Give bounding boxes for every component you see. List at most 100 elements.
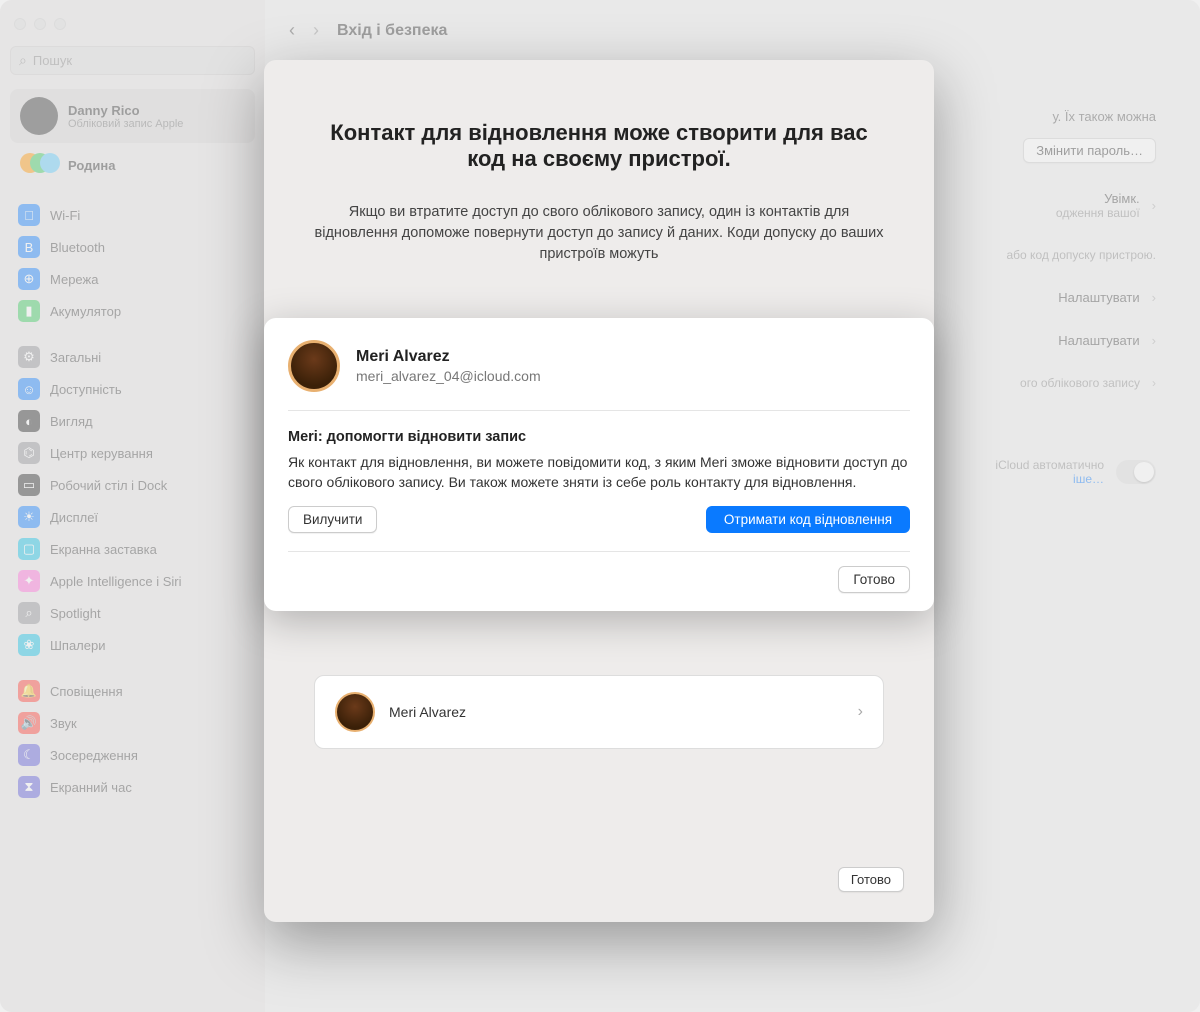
sidebar-item-зосередження[interactable]: ☾Зосередження bbox=[10, 739, 255, 771]
sidebar-item-label: Екранна заставка bbox=[50, 542, 157, 557]
zoom-icon[interactable] bbox=[54, 18, 66, 30]
акумулятор-icon: ▮ bbox=[18, 300, 40, 322]
sidebar-item-дисплеї[interactable]: ☀ Дисплеї bbox=[10, 501, 255, 533]
passcode-hint: або код допуску пристрою. bbox=[1007, 248, 1157, 262]
on-sub: одження вашої bbox=[1056, 206, 1140, 220]
sidebar-item-вигляд[interactable]: ◐ Вигляд bbox=[10, 405, 255, 437]
sidebar-item-label: Робочий стіл і Dock bbox=[50, 478, 167, 493]
more-link[interactable]: іше… bbox=[1073, 472, 1104, 486]
робочий-стіл-і-dock-icon: ▭ bbox=[18, 474, 40, 496]
contact-avatar-icon bbox=[335, 692, 375, 732]
bluetooth-icon: B bbox=[18, 236, 40, 258]
sidebar-item-шпалери[interactable]: ❀ Шпалери bbox=[10, 629, 255, 661]
sidebar-item-label: Центр керування bbox=[50, 446, 153, 461]
sidebar-item-акумулятор[interactable]: ▮ Акумулятор bbox=[10, 295, 255, 327]
sidebar-item-доступність[interactable]: ☺ Доступність bbox=[10, 373, 255, 405]
icloud-toggle[interactable] bbox=[1116, 460, 1156, 484]
sidebar-item-звук[interactable]: 🔊 Звук bbox=[10, 707, 255, 739]
remove-button[interactable]: Вилучити bbox=[288, 506, 377, 533]
wi-fi-icon: 􀙇 bbox=[18, 204, 40, 226]
sidebar-item-label: Мережа bbox=[50, 272, 98, 287]
forward-button: › bbox=[313, 20, 319, 41]
sidebar-item-label: Wi-Fi bbox=[50, 208, 80, 223]
sidebar-item-label: Акумулятор bbox=[50, 304, 121, 319]
шпалери-icon: ❀ bbox=[18, 634, 40, 656]
page-title: Вхід і безпека bbox=[337, 22, 447, 40]
close-icon[interactable] bbox=[14, 18, 26, 30]
дисплеї-icon: ☀ bbox=[18, 506, 40, 528]
sheet-description: Якщо ви втратите доступ до свого обліков… bbox=[314, 202, 884, 265]
modal-contact-email: meri_alvarez_04@icloud.com bbox=[356, 368, 541, 384]
modal-contact-name: Meri Alvarez bbox=[356, 348, 541, 366]
family-label: Родина bbox=[68, 158, 115, 173]
доступність-icon: ☺ bbox=[18, 378, 40, 400]
account-subtitle: Обліковий запис Apple bbox=[68, 118, 183, 130]
spotlight-icon: ⌕ bbox=[18, 602, 40, 624]
chevron-right-icon: › bbox=[1152, 198, 1156, 213]
contact-detail-modal: Meri Alvarez meri_alvarez_04@icloud.com … bbox=[264, 318, 934, 611]
sidebar-item-label: Доступність bbox=[50, 382, 122, 397]
екранна-заставка-icon: ▢ bbox=[18, 538, 40, 560]
sidebar-item-мережа[interactable]: ⊕ Мережа bbox=[10, 263, 255, 295]
sidebar-item-сповіщення[interactable]: 🔔 Сповіщення bbox=[10, 675, 255, 707]
search-input[interactable]: ⌕ Пошук bbox=[10, 46, 255, 75]
sidebar-item-spotlight[interactable]: ⌕Spotlight bbox=[10, 597, 255, 629]
sidebar-item-label: Звук bbox=[50, 716, 77, 731]
avatar bbox=[20, 97, 58, 135]
sidebar-item-account[interactable]: Danny Rico Обліковий запис Apple bbox=[10, 89, 255, 143]
sidebar-item-label: Шпалери bbox=[50, 638, 106, 653]
on-label: Увімк. bbox=[1056, 191, 1140, 206]
загальні-icon: ⚙ bbox=[18, 346, 40, 368]
sidebar: ⌕ Пошук Danny Rico Обліковий запис Apple… bbox=[0, 0, 265, 1012]
sidebar-item-apple-intelligence-і-siri[interactable]: ✦ Apple Intelligence і Siri bbox=[10, 565, 255, 597]
sidebar-item-екранна-заставка[interactable]: ▢ Екранна заставка bbox=[10, 533, 255, 565]
window-controls bbox=[10, 8, 255, 46]
sheet-done-button[interactable]: Готово bbox=[838, 867, 904, 892]
modal-body-text: Як контакт для відновлення, ви можете по… bbox=[288, 453, 910, 492]
сповіщення-icon: 🔔 bbox=[18, 680, 40, 702]
sidebar-item-bluetooth[interactable]: B Bluetooth bbox=[10, 231, 255, 263]
search-placeholder: Пошук bbox=[33, 53, 72, 68]
вигляд-icon: ◐ bbox=[18, 410, 40, 432]
sidebar-item-family[interactable]: Родина bbox=[10, 145, 255, 185]
sidebar-item-label: Дисплеї bbox=[50, 510, 98, 525]
chevron-right-icon: › bbox=[1152, 376, 1156, 390]
main-header: ‹ › Вхід і безпека bbox=[265, 0, 1200, 61]
modal-done-button[interactable]: Готово bbox=[838, 566, 910, 593]
sidebar-item-робочий-стіл-і-dock[interactable]: ▭ Робочий стіл і Dock bbox=[10, 469, 255, 501]
sidebar-item-wi-fi[interactable]: 􀙇 Wi-Fi bbox=[10, 199, 255, 231]
екранний-час-icon: ⧗ bbox=[18, 776, 40, 798]
family-avatar-icon bbox=[20, 153, 58, 177]
sidebar-item-label: Bluetooth bbox=[50, 240, 105, 255]
contact-avatar-icon bbox=[288, 340, 340, 392]
account-name: Danny Rico bbox=[68, 103, 183, 118]
sidebar-item-label: Сповіщення bbox=[50, 684, 123, 699]
sidebar-item-label: Загальні bbox=[50, 350, 101, 365]
sidebar-item-екранний-час[interactable]: ⧗ Екранний час bbox=[10, 771, 255, 803]
search-icon: ⌕ bbox=[19, 52, 27, 69]
chevron-right-icon: › bbox=[1152, 333, 1156, 348]
configure-label: Налаштувати bbox=[1058, 333, 1139, 348]
chevron-right-icon: › bbox=[858, 703, 863, 721]
sidebar-item-загальні[interactable]: ⚙ Загальні bbox=[10, 341, 255, 373]
центр-керування-icon: ⌬ bbox=[18, 442, 40, 464]
мережа-icon: ⊕ bbox=[18, 268, 40, 290]
sidebar-item-label: Вигляд bbox=[50, 414, 93, 429]
sheet-title: Контакт для відновлення може створити дл… bbox=[314, 120, 884, 172]
chevron-right-icon: › bbox=[1152, 290, 1156, 305]
icloud-hint: iCloud автоматично bbox=[995, 458, 1104, 472]
звук-icon: 🔊 bbox=[18, 712, 40, 734]
зосередження-icon: ☾ bbox=[18, 744, 40, 766]
change-password-button[interactable]: Змінити пароль… bbox=[1023, 138, 1156, 163]
back-button[interactable]: ‹ bbox=[289, 20, 295, 41]
sidebar-item-label: Екранний час bbox=[50, 780, 132, 795]
account-hint: ого облікового запису bbox=[1020, 376, 1140, 390]
configure-label: Налаштувати bbox=[1058, 290, 1139, 305]
sidebar-item-label: Apple Intelligence і Siri bbox=[50, 574, 182, 589]
apple-intelligence-і-siri-icon: ✦ bbox=[18, 570, 40, 592]
recovery-contact-row[interactable]: Meri Alvarez › bbox=[314, 675, 884, 749]
sidebar-item-центр-керування[interactable]: ⌬ Центр керування bbox=[10, 437, 255, 469]
modal-subtitle: Meri: допомогти відновити запис bbox=[288, 429, 910, 445]
minimize-icon[interactable] bbox=[34, 18, 46, 30]
get-recovery-code-button[interactable]: Отримати код відновлення bbox=[706, 506, 910, 533]
